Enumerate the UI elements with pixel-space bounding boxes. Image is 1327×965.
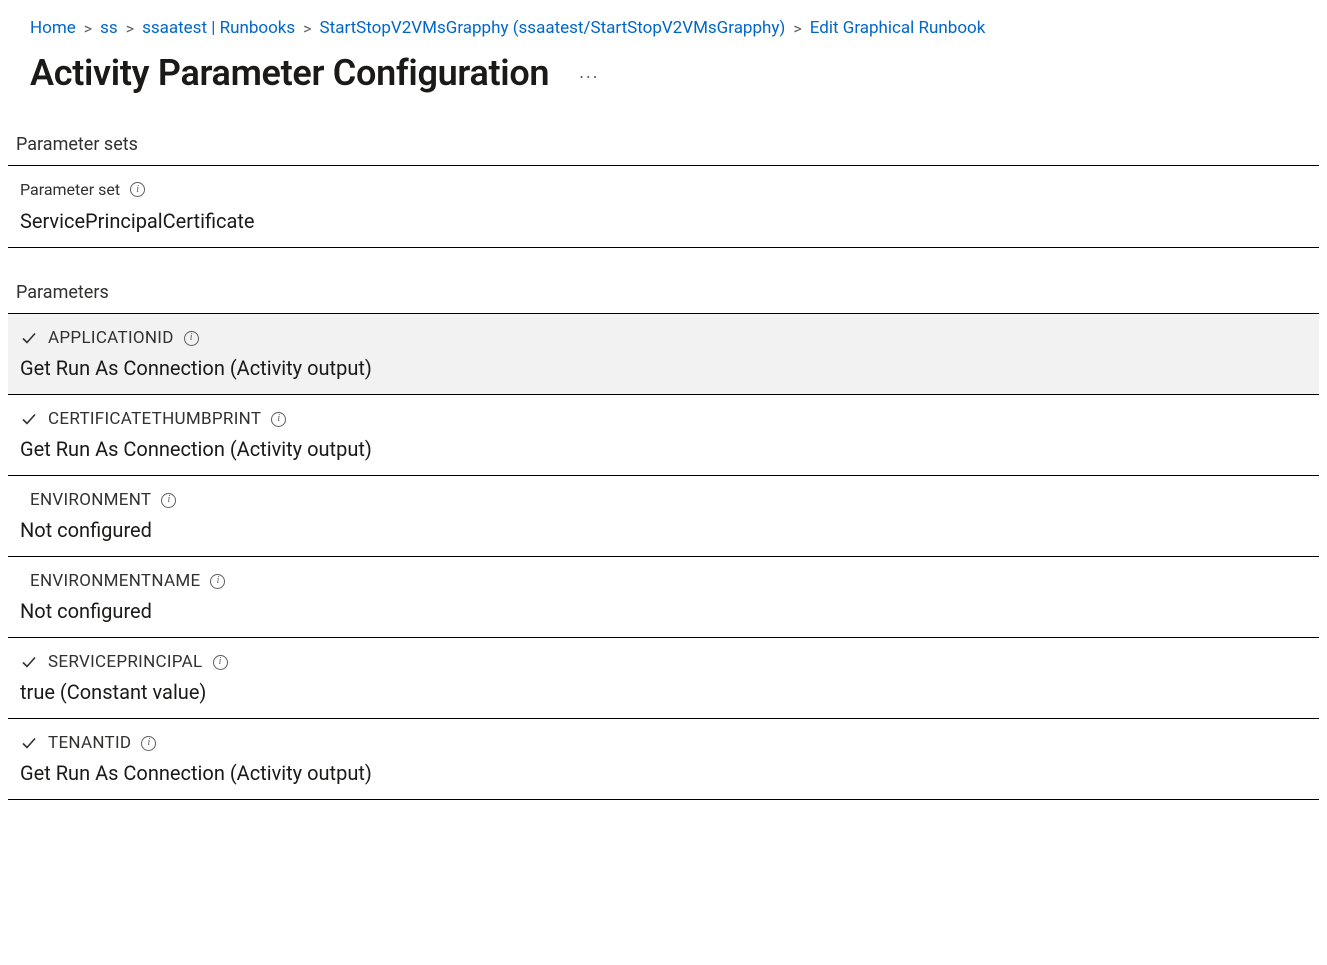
parameter-name-row: APPLICATIONID i: [20, 328, 1307, 348]
more-actions-button[interactable]: ...: [573, 60, 605, 86]
parameter-value: true (Constant value): [20, 680, 1307, 704]
parameter-value: Get Run As Connection (Activity output): [20, 437, 1307, 461]
info-icon[interactable]: i: [141, 736, 156, 751]
parameter-name: ENVIRONMENTNAME: [30, 571, 200, 591]
parameter-row-serviceprincipal[interactable]: SERVICEPRINCIPAL i true (Constant value): [8, 638, 1319, 719]
parameter-value: Not configured: [20, 599, 1307, 623]
info-icon[interactable]: i: [161, 493, 176, 508]
breadcrumb-link-ss[interactable]: ss: [100, 18, 118, 38]
parameter-name: APPLICATIONID: [48, 328, 174, 348]
parameter-set-value: ServicePrincipalCertificate: [20, 209, 1307, 233]
parameter-set-label: Parameter set: [20, 180, 120, 199]
parameter-value: Not configured: [20, 518, 1307, 542]
parameter-name-row: SERVICEPRINCIPAL i: [20, 652, 1307, 672]
parameter-name-row: ENVIRONMENT i: [20, 490, 1307, 510]
chevron-right-icon: >: [793, 19, 801, 38]
parameter-row-tenantid[interactable]: TENANTID i Get Run As Connection (Activity…: [8, 719, 1319, 800]
parameter-name: CERTIFICATETHUMBPRINT: [48, 409, 261, 429]
parameter-value: Get Run As Connection (Activity output): [20, 761, 1307, 785]
parameter-row-environment[interactable]: ENVIRONMENT i Not configured: [8, 476, 1319, 557]
check-icon: [20, 329, 38, 347]
parameters-header: Parameters: [8, 270, 1319, 314]
check-icon: [20, 410, 38, 428]
parameter-name-row: TENANTID i: [20, 733, 1307, 753]
parameter-name: ENVIRONMENT: [30, 490, 151, 510]
parameter-row-certificatethumbprint[interactable]: CERTIFICATETHUMBPRINT i Get Run As Connect…: [8, 395, 1319, 476]
info-icon[interactable]: i: [271, 412, 286, 427]
page-title: Activity Parameter Configuration: [30, 52, 549, 94]
info-icon[interactable]: i: [213, 655, 228, 670]
parameter-name: SERVICEPRINCIPAL: [48, 652, 203, 672]
check-icon: [20, 653, 38, 671]
parameter-value: Get Run As Connection (Activity output): [20, 356, 1307, 380]
breadcrumb-link-runbooks[interactable]: ssaatest | Runbooks: [142, 18, 295, 38]
chevron-right-icon: >: [84, 19, 92, 38]
breadcrumb-link-runbook-name[interactable]: StartStopV2VMsGrapphy (ssaatest/StartSto…: [320, 18, 786, 38]
parameter-row-applicationid[interactable]: APPLICATIONID i Get Run As Connection (Act…: [8, 314, 1319, 395]
chevron-right-icon: >: [126, 19, 134, 38]
info-icon[interactable]: i: [130, 182, 145, 197]
parameter-sets-header: Parameter sets: [8, 122, 1319, 166]
page-title-row: Activity Parameter Configuration ...: [0, 52, 1327, 122]
parameter-set-block[interactable]: Parameter set i ServicePrincipalCertific…: [8, 166, 1319, 248]
breadcrumb-link-edit[interactable]: Edit Graphical Runbook: [810, 18, 986, 38]
info-icon[interactable]: i: [210, 574, 225, 589]
parameter-name: TENANTID: [48, 733, 131, 753]
check-icon: [20, 734, 38, 752]
info-icon[interactable]: i: [184, 331, 199, 346]
parameter-row-environmentname[interactable]: ENVIRONMENTNAME i Not configured: [8, 557, 1319, 638]
breadcrumb: Home > ss > ssaatest | Runbooks > StartS…: [0, 18, 1327, 52]
parameter-name-row: CERTIFICATETHUMBPRINT i: [20, 409, 1307, 429]
chevron-right-icon: >: [303, 19, 311, 38]
parameter-name-row: ENVIRONMENTNAME i: [20, 571, 1307, 591]
parameter-list: APPLICATIONID i Get Run As Connection (Act…: [8, 314, 1319, 800]
breadcrumb-link-home[interactable]: Home: [30, 18, 76, 38]
